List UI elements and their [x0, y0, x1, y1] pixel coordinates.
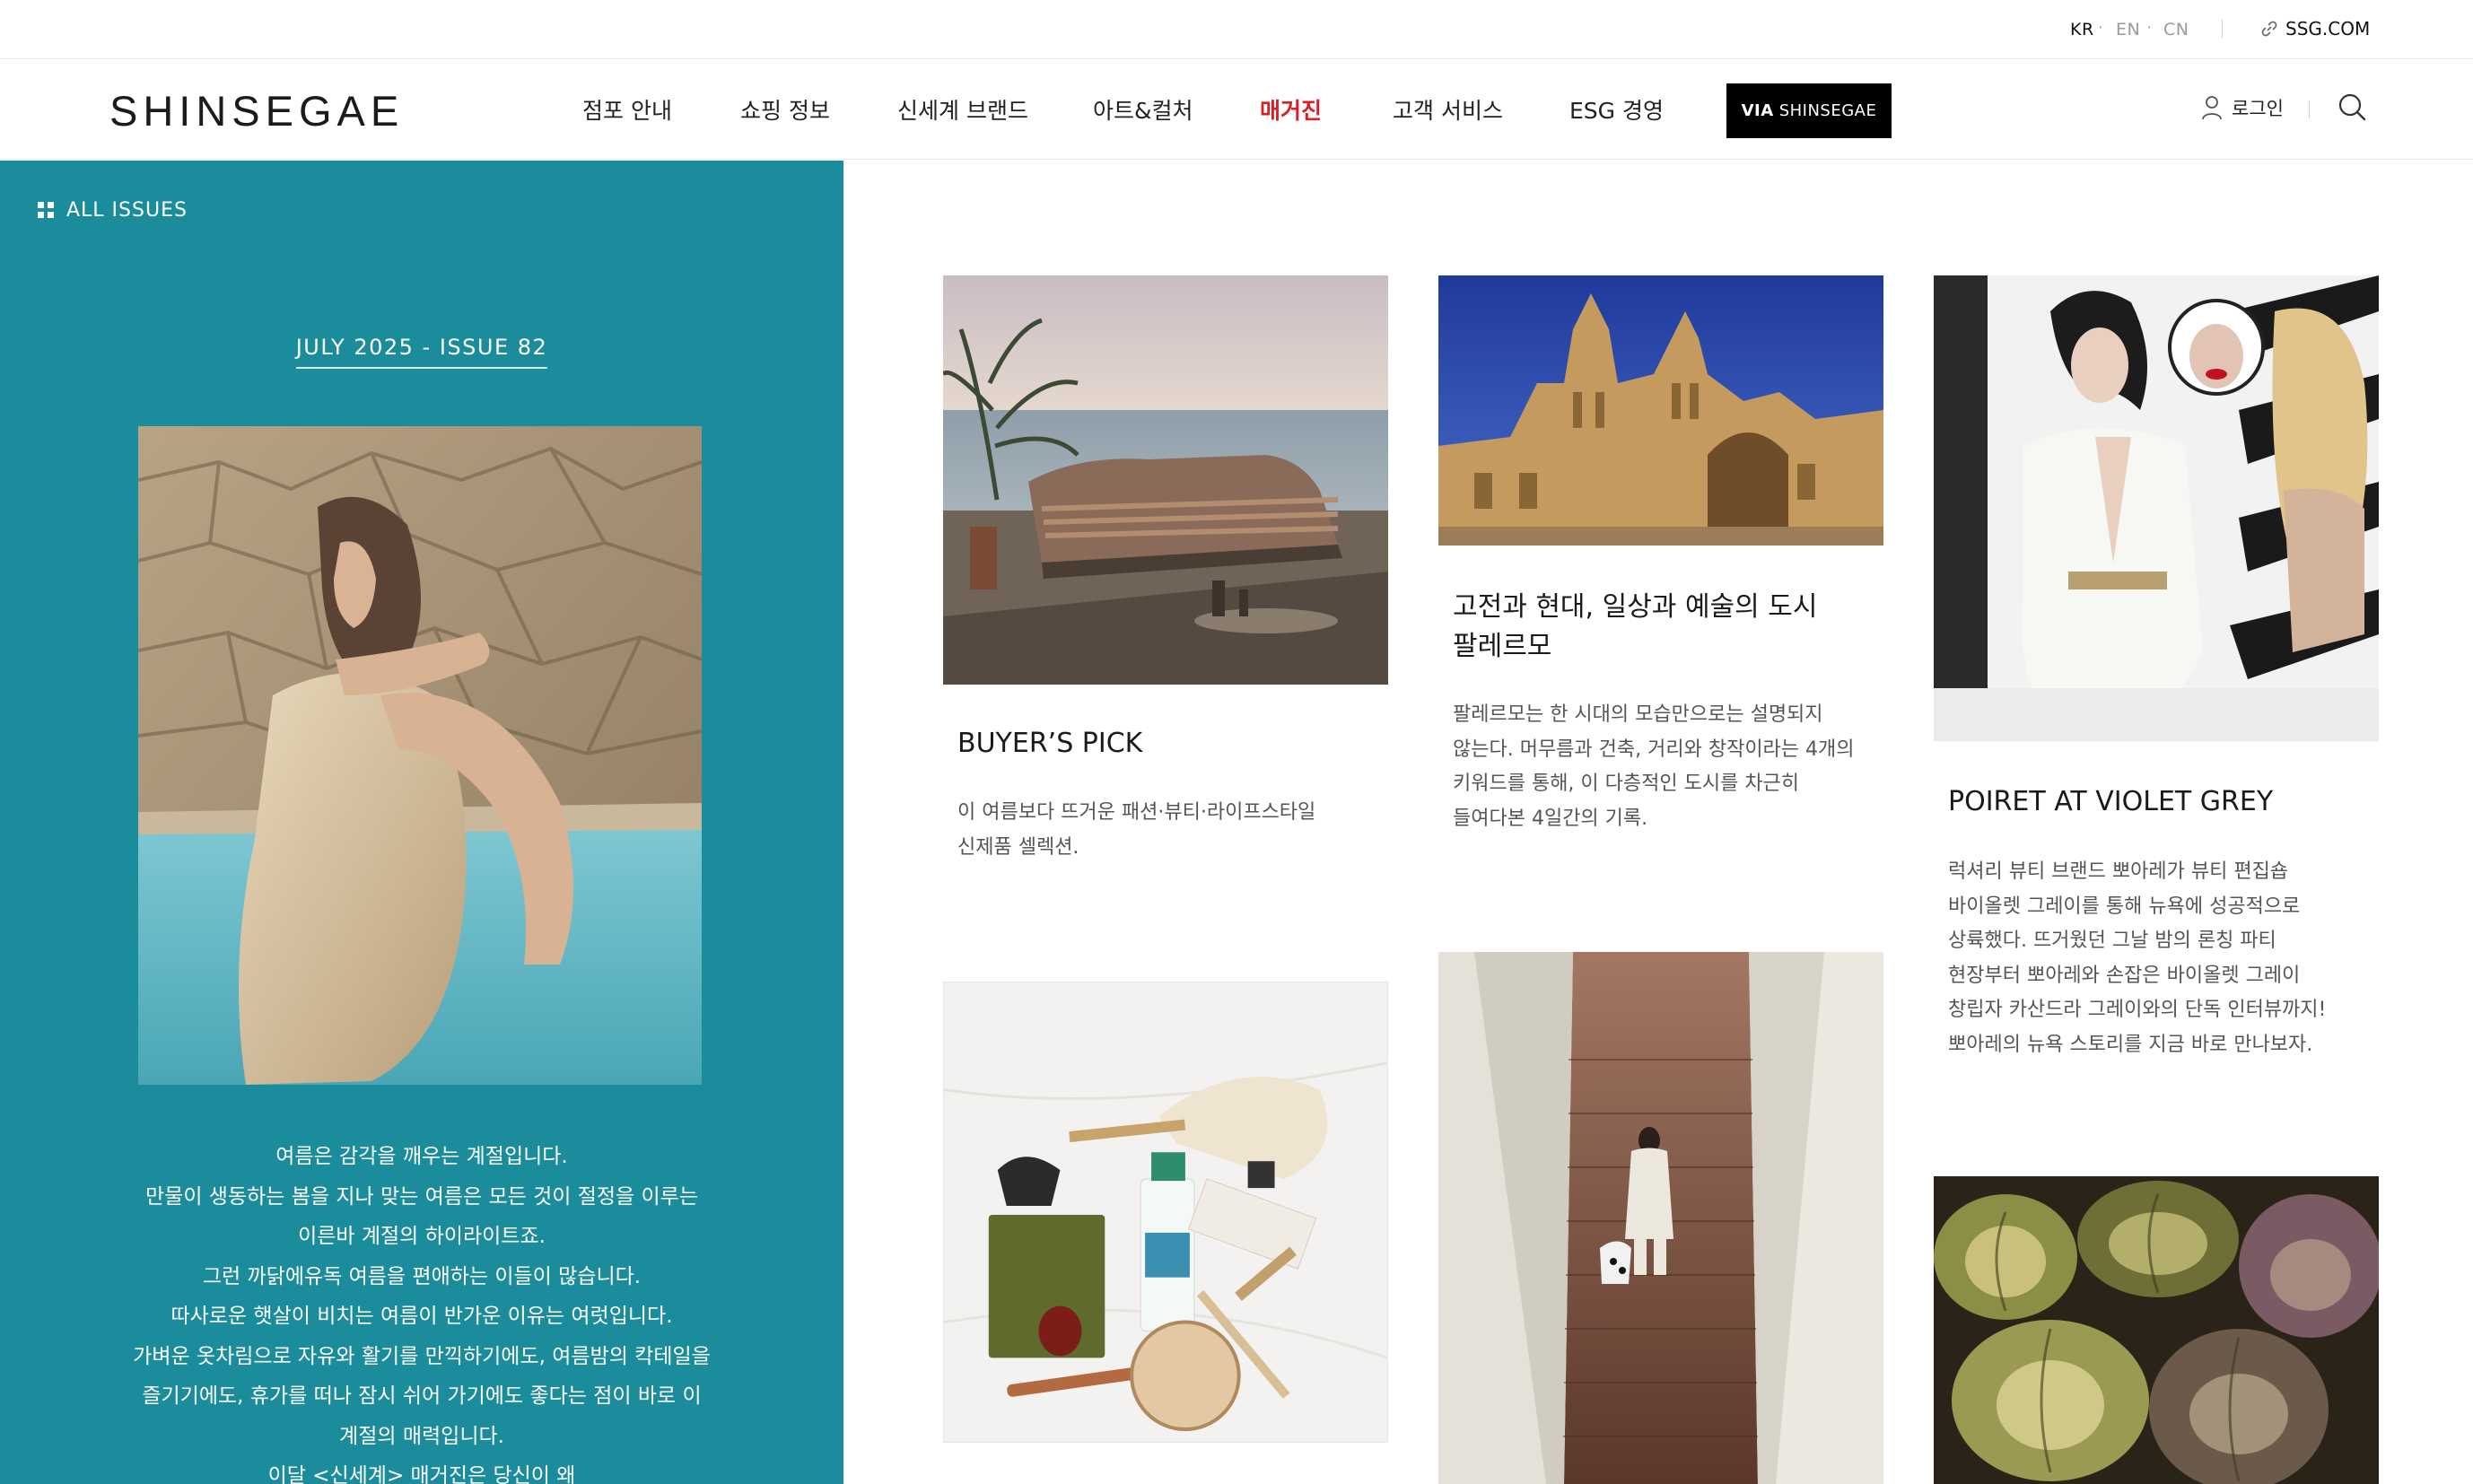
intro-line: 이달 <신세계> 매거진은 당신이 왜 [267, 1464, 576, 1484]
article-title[interactable]: POIRET AT VIOLET GREY [1948, 782, 2273, 822]
issue-intro: 여름은 감각을 깨우는 계절입니다. 만물이 생동하는 봄을 지나 맞는 여름은… [108, 1137, 736, 1484]
terrace-photo [943, 275, 1388, 685]
via-shinsegae-button[interactable]: VIA SHINSEGAE [1726, 83, 1892, 138]
title-line: 고전과 현대, 일상과 예술의 도시 [1453, 591, 1818, 623]
login-button[interactable]: 로그인 [2201, 92, 2284, 124]
intro-line: 계절의 매력입니다. [339, 1424, 504, 1448]
description-line: 현장부터 뽀아레와 손잡은 바이올렛 그레이 [1948, 964, 2301, 987]
description-line: 상륙했다. 뜨거웠던 그날 밤의 론칭 파티 [1948, 930, 2276, 952]
lang-kr[interactable]: KR [2070, 20, 2094, 39]
issue-panel: ALL ISSUES JULY 2025 - ISSUE 82 여름은 감각을 … [0, 161, 843, 1484]
main-header: SHINSEGAE 점포 안내 쇼핑 정보 신세계 브랜드 아트&컬처 매거진 … [0, 59, 2473, 160]
lang-en[interactable]: EN [2116, 20, 2140, 39]
title-line: 팔레르모 [1453, 631, 1552, 662]
cover-image[interactable] [138, 426, 702, 1085]
description-line: 않는다. 머무름과 건축, 거리와 창작이라는 4개의 [1453, 738, 1855, 761]
description-line: 들여다본 4일간의 기록. [1453, 807, 1648, 830]
intro-line: 여름은 감각을 깨우는 계절입니다. [275, 1145, 568, 1168]
article-card-artichokes[interactable] [1934, 1176, 2379, 1484]
search-icon [2338, 93, 2366, 121]
description-line: 신제품 셀렉션. [957, 835, 1079, 859]
description-line: 바이올렛 그레이를 통해 뉴욕에 성공적으로 [1948, 895, 2301, 918]
nav-store-info[interactable]: 점포 안내 [582, 93, 672, 126]
description-line: 이 여름보다 뜨거운 패션·뷰티·라이프스타일 [957, 801, 1316, 824]
divider [2309, 100, 2310, 118]
description-line: 팔레르모는 한 시대의 모습만으로는 설명되지 [1453, 703, 1823, 726]
intro-line: 만물이 생동하는 봄을 지나 맞는 여름은 모든 것이 절정을 이루는 [145, 1184, 698, 1209]
article-thumbnail[interactable] [1934, 275, 2379, 741]
article-thumbnail[interactable] [1438, 952, 1883, 1484]
shinsegae-logo[interactable]: SHINSEGAE [109, 86, 404, 135]
nav-shopping-info[interactable]: 쇼핑 정보 [740, 93, 830, 126]
article-description: 이 여름보다 뜨거운 패션·뷰티·라이프스타일 신제품 셀렉션. [957, 796, 1315, 865]
intro-line: 따사로운 햇살이 비치는 여름이 반가운 이유는 여럿입니다. [170, 1305, 673, 1328]
ssg-link[interactable]: SSG.COM [2260, 14, 2370, 43]
article-thumbnail[interactable] [943, 275, 1388, 685]
article-card-buyers-pick[interactable]: BUYER’S PICK 이 여름보다 뜨거운 패션·뷰티·라이프스타일 신제품… [943, 275, 1388, 903]
divider [2222, 20, 2223, 38]
article-card-palermo[interactable]: 고전과 현대, 일상과 예술의 도시 팔레르모 팔레르모는 한 시대의 모습만으… [1438, 275, 1883, 859]
intro-line: 즐기기에도, 휴가를 떠나 잠시 쉬어 가기에도 좋다는 점이 바로 이 [142, 1384, 702, 1408]
login-label: 로그인 [2232, 98, 2284, 119]
all-issues-link[interactable]: ALL ISSUES [38, 196, 188, 223]
nav-esg[interactable]: ESG 경영 [1569, 93, 1664, 126]
ssg-link-label: SSG.COM [2285, 18, 2371, 39]
via-brand-label: SHINSEGAE [1778, 101, 1877, 120]
lang-cn[interactable]: CN [2163, 20, 2189, 39]
utility-bar: KR · EN · CN SSG.COM [0, 0, 2473, 59]
article-thumbnail[interactable] [943, 982, 1388, 1443]
lang-separator: · [2098, 18, 2104, 38]
search-button[interactable] [2337, 92, 2367, 124]
issue-label[interactable]: JULY 2025 - ISSUE 82 [295, 335, 548, 369]
user-icon [2202, 96, 2222, 120]
article-thumbnail[interactable] [1934, 1176, 2379, 1484]
description-line: 뽀아레의 뉴욕 스토리를 지금 바로 만나보자. [1948, 1033, 2313, 1056]
grid-icon [38, 202, 54, 218]
description-line: 창립자 카산드라 그레이와의 단독 인터뷰까지! [1948, 999, 2327, 1021]
nav-magazine[interactable]: 매거진 [1260, 93, 1322, 126]
article-description: 럭셔리 뷰티 브랜드 뽀아레가 뷰티 편집숍 바이올렛 그레이를 통해 뉴욕에 … [1948, 855, 2326, 1062]
issue-heading: JULY 2025 - ISSUE 82 [0, 335, 843, 369]
description-line: 키워드를 통해, 이 다층적인 도시를 차근히 [1453, 773, 1800, 795]
article-card-poiret[interactable]: POIRET AT VIOLET GREY 럭셔리 뷰티 브랜드 뽀아레가 뷰티… [1934, 275, 2379, 1065]
cathedral-photo [1438, 275, 1883, 546]
article-title[interactable]: 고전과 현대, 일상과 예술의 도시 팔레르모 [1453, 588, 1817, 667]
link-icon [2261, 21, 2277, 37]
intro-line: 그런 까닭에유독 여름을 편애하는 이들이 많습니다. [202, 1264, 642, 1288]
poiret-photo [1934, 275, 2379, 741]
cover-photo [138, 426, 702, 1085]
article-thumbnail[interactable] [1438, 275, 1883, 546]
nav-art-culture[interactable]: 아트&컬처 [1093, 93, 1193, 126]
all-issues-label: ALL ISSUES [66, 198, 188, 222]
intro-line: 가벼운 옷차림으로 자유와 활기를 만끽하기에도, 여름밤의 칵테일을 [133, 1344, 711, 1368]
stairway-photo [1438, 952, 1883, 1484]
lang-separator: · [2146, 18, 2153, 38]
article-description: 팔레르모는 한 시대의 모습만으로는 설명되지 않는다. 머무름과 건축, 거리… [1453, 698, 1855, 836]
nav-customer-service[interactable]: 고객 서비스 [1393, 93, 1503, 126]
article-card-stairway[interactable] [1438, 952, 1883, 1484]
article-title[interactable]: BUYER’S PICK [957, 724, 1142, 764]
description-line: 럭셔리 뷰티 브랜드 뽀아레가 뷰티 편집숍 [1948, 860, 2289, 883]
intro-line: 이른바 계절의 하이라이트죠. [298, 1225, 546, 1248]
artichoke-photo [1934, 1176, 2379, 1484]
via-label: VIA [1741, 101, 1774, 120]
article-card-home-care[interactable] [943, 982, 1388, 1443]
nav-shinsegae-brand[interactable]: 신세계 브랜드 [897, 93, 1028, 126]
cleaning-tools-photo [944, 982, 1387, 1442]
